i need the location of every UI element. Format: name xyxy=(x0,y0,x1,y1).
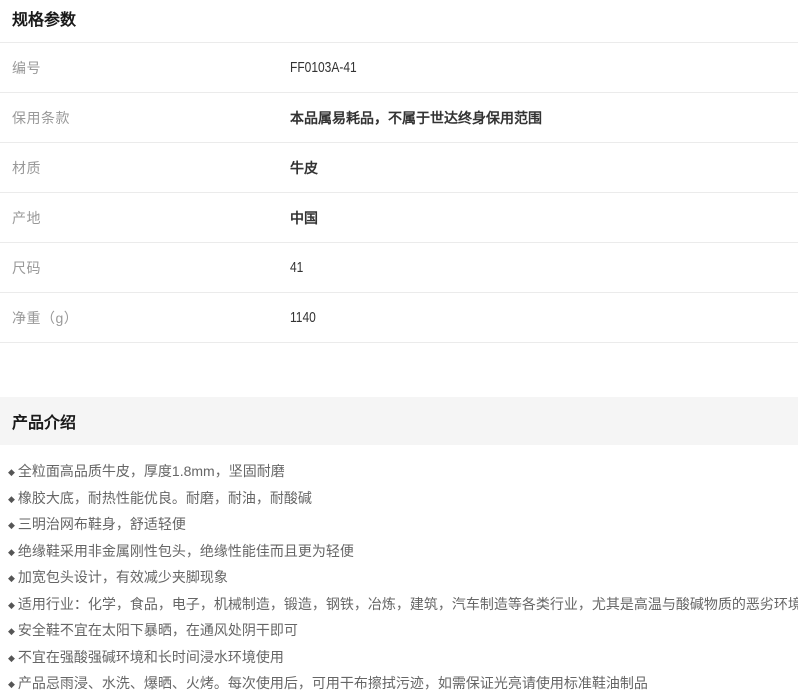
intro-list-item: ◆产品忌雨浸、水洗、爆晒、火烤。每次使用后，可用干布擦拭污迹，如需保证光亮请使用… xyxy=(8,670,798,690)
product-detail-page: 规格参数 编号 FF0103A-41 保用条款 本品属易耗品，不属于世达终身保用… xyxy=(0,0,798,690)
intro-list: ◆全粒面高品质牛皮，厚度1.8mm，坚固耐磨 ◆橡胶大底，耐热性能优良。耐磨，耐… xyxy=(0,445,798,690)
spec-row-net-weight: 净重（g） 1140 xyxy=(0,293,798,343)
net-weight-value: 1140 xyxy=(290,309,316,326)
intro-item-text: 三明治网布鞋身，舒适轻便 xyxy=(18,516,186,532)
intro-item-text: 加宽包头设计，有效减少夹脚现象 xyxy=(18,569,228,585)
intro-list-item: ◆绝缘鞋采用非金属刚性包头，绝缘性能佳而且更为轻便 xyxy=(8,538,798,565)
spec-row-value: 中国 xyxy=(290,208,798,228)
diamond-bullet-icon: ◆ xyxy=(8,539,15,566)
intro-item-text: 绝缘鞋采用非金属刚性包头，绝缘性能佳而且更为轻便 xyxy=(18,543,354,559)
intro-item-text: 安全鞋不宜在太阳下暴晒，在通风处阴干即可 xyxy=(18,622,298,638)
item-number-value: FF0103A-41 xyxy=(290,59,357,76)
spec-row-label: 保用条款 xyxy=(0,108,290,128)
spec-row-material: 材质 牛皮 xyxy=(0,143,798,193)
intro-item-text: 产品忌雨浸、水洗、爆晒、火烤。每次使用后，可用干布擦拭污迹，如需保证光亮请使用标… xyxy=(18,675,648,690)
intro-item-text: 不宜在强酸强碱环境和长时间浸水环境使用 xyxy=(18,649,284,665)
intro-item-text: 适用行业：化学，食品，电子，机械制造，锻造，钢铁，冶炼，建筑，汽车制造等各类行业… xyxy=(18,596,798,612)
spec-row-warranty: 保用条款 本品属易耗品，不属于世达终身保用范围 xyxy=(0,93,798,143)
diamond-bullet-icon: ◆ xyxy=(8,618,15,645)
intro-list-item: ◆适用行业：化学，食品，电子，机械制造，锻造，钢铁，冶炼，建筑，汽车制造等各类行… xyxy=(8,591,798,618)
spec-row-value: FF0103A-41 xyxy=(290,59,798,76)
spec-section-title: 规格参数 xyxy=(0,0,798,43)
spec-row-label: 尺码 xyxy=(0,258,290,278)
size-value: 41 xyxy=(290,259,303,276)
intro-list-item: ◆加宽包头设计，有效减少夹脚现象 xyxy=(8,564,798,591)
intro-list-item: ◆全粒面高品质牛皮，厚度1.8mm，坚固耐磨 xyxy=(8,458,798,485)
spec-section: 规格参数 编号 FF0103A-41 保用条款 本品属易耗品，不属于世达终身保用… xyxy=(0,0,798,343)
diamond-bullet-icon: ◆ xyxy=(8,565,15,592)
spec-row-label: 产地 xyxy=(0,208,290,228)
intro-item-text: 橡胶大底，耐热性能优良。耐磨，耐油，耐酸碱 xyxy=(18,490,312,506)
spec-row-label: 编号 xyxy=(0,58,290,78)
intro-list-item: ◆安全鞋不宜在太阳下暴晒，在通风处阴干即可 xyxy=(8,617,798,644)
spec-row-label: 净重（g） xyxy=(0,308,290,328)
spec-row-value: 牛皮 xyxy=(290,158,798,178)
diamond-bullet-icon: ◆ xyxy=(8,645,15,672)
intro-list-item: ◆三明治网布鞋身，舒适轻便 xyxy=(8,511,798,538)
section-gap xyxy=(0,343,798,397)
spec-row-label: 材质 xyxy=(0,158,290,178)
spec-row-value: 本品属易耗品，不属于世达终身保用范围 xyxy=(290,108,798,128)
diamond-bullet-icon: ◆ xyxy=(8,592,15,619)
diamond-bullet-icon: ◆ xyxy=(8,459,15,486)
diamond-bullet-icon: ◆ xyxy=(8,486,15,513)
diamond-bullet-icon: ◆ xyxy=(8,671,15,690)
diamond-bullet-icon: ◆ xyxy=(8,512,15,539)
intro-item-text: 全粒面高品质牛皮，厚度1.8mm，坚固耐磨 xyxy=(18,463,285,479)
spec-row-size: 尺码 41 xyxy=(0,243,798,293)
intro-list-item: ◆橡胶大底，耐热性能优良。耐磨，耐油，耐酸碱 xyxy=(8,485,798,512)
intro-section-title: 产品介绍 xyxy=(0,397,798,445)
intro-section: 产品介绍 ◆全粒面高品质牛皮，厚度1.8mm，坚固耐磨 ◆橡胶大底，耐热性能优良… xyxy=(0,397,798,690)
intro-list-item: ◆不宜在强酸强碱环境和长时间浸水环境使用 xyxy=(8,644,798,671)
spec-row-value: 41 xyxy=(290,259,798,276)
spec-row-value: 1140 xyxy=(290,309,798,326)
spec-row-origin: 产地 中国 xyxy=(0,193,798,243)
spec-row-item-number: 编号 FF0103A-41 xyxy=(0,43,798,93)
spec-table: 编号 FF0103A-41 保用条款 本品属易耗品，不属于世达终身保用范围 材质… xyxy=(0,43,798,343)
